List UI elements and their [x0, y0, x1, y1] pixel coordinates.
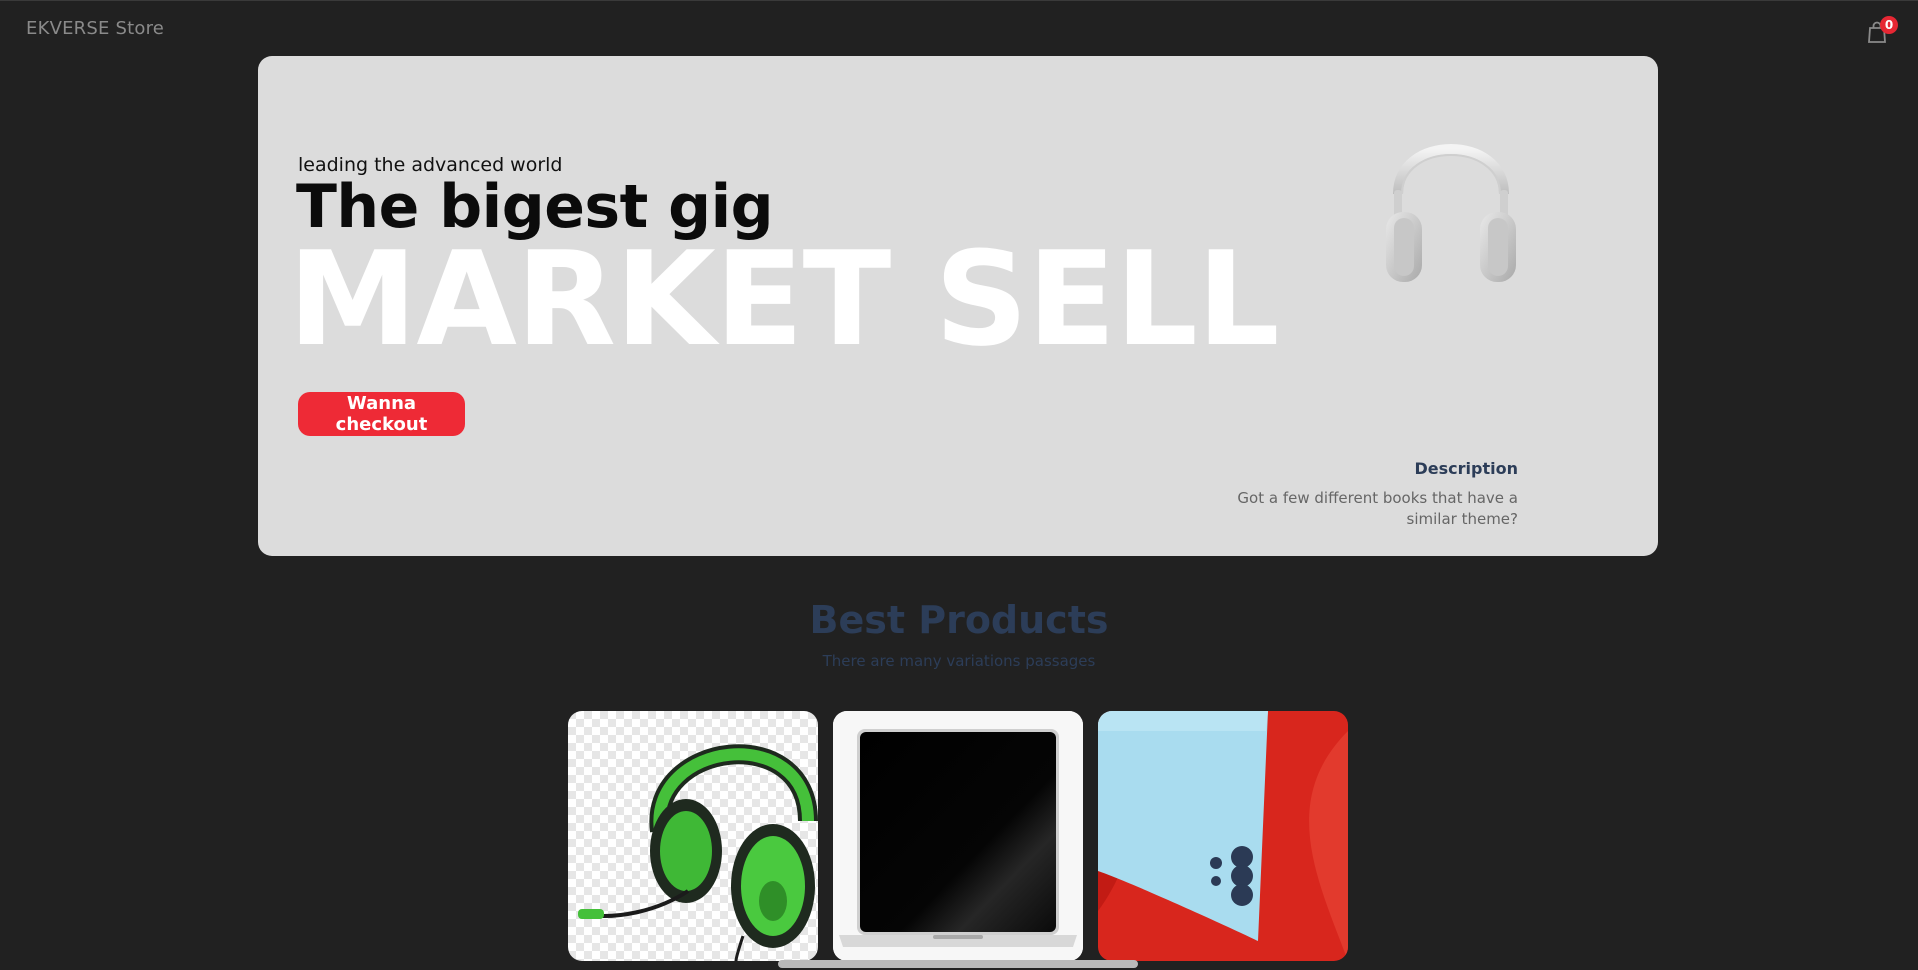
- horizontal-scrollbar[interactable]: [778, 960, 1138, 968]
- green-headset-image: [568, 711, 818, 961]
- section-title: Best Products: [809, 598, 1109, 642]
- hero-banner: leading the advanced world The bigest gi…: [258, 56, 1658, 556]
- checkout-button[interactable]: Wanna checkout: [298, 392, 465, 436]
- navbar: EKVERSE Store 0: [0, 0, 1918, 56]
- section-subtitle: There are many variations passages: [822, 652, 1096, 670]
- smartphone-image: [1098, 711, 1348, 961]
- headphones-image: [1368, 114, 1534, 286]
- product-card-laptop[interactable]: [833, 711, 1083, 961]
- laptop-image: [833, 711, 1083, 961]
- product-card-smartphone[interactable]: [1098, 711, 1348, 961]
- description-text: Got a few different books that have a si…: [1237, 489, 1518, 528]
- cart-count-badge: 0: [1880, 16, 1898, 34]
- brand-logo[interactable]: EKVERSE Store: [26, 18, 164, 39]
- hero-big-text: MARKET SELL: [288, 223, 1280, 375]
- description-heading: Description: [1414, 459, 1518, 478]
- product-card-headset[interactable]: [568, 711, 818, 961]
